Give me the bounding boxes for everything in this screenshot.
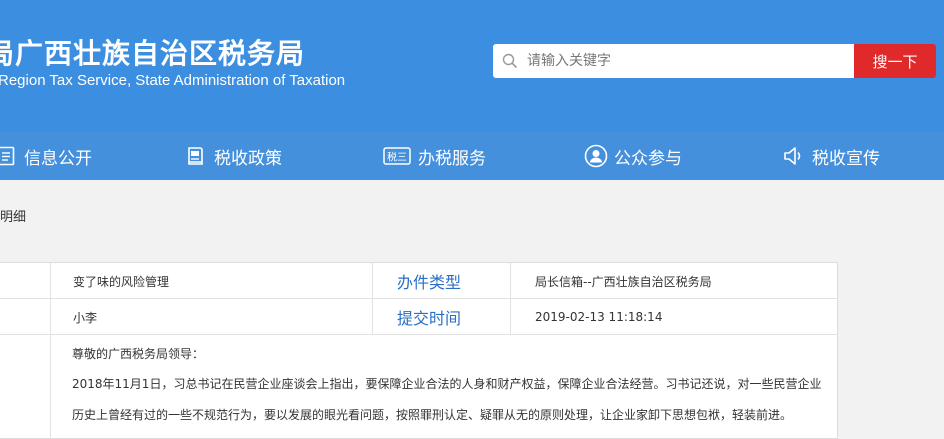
nav-item-label: 信息公开 bbox=[24, 148, 92, 169]
nav-item-tax-policy[interactable]: 税收政策 bbox=[184, 132, 282, 180]
letter-paragraph: 2018年11月1日，习总书记在民营企业座谈会上指出，要保障企业合法的人身和财产… bbox=[72, 377, 822, 391]
detail-row-sender: 小李 提交时间 2019-02-13 11:18:14 bbox=[0, 299, 838, 335]
main-nav: 信息公开 税收政策 税三 办税服务 公众参与 税收宣传 bbox=[0, 132, 944, 180]
search-box bbox=[493, 44, 854, 78]
nav-item-label: 办税服务 bbox=[418, 148, 486, 169]
nav-item-label: 税收政策 bbox=[214, 148, 282, 169]
document-icon bbox=[0, 144, 18, 168]
svg-text:税三: 税三 bbox=[387, 151, 407, 164]
letter-paragraph: 历史上曾经有过的一些不规范行为，要以发展的眼光看问题，按照罪刑认定、疑罪从无的原… bbox=[72, 408, 793, 422]
nav-item-label: 公众参与 bbox=[614, 148, 682, 169]
nav-item-tax-service[interactable]: 税三 办税服务 bbox=[382, 132, 486, 180]
detail-row-subject: 变了味的风险管理 办件类型 局长信箱--广西壮族自治区税务局 bbox=[0, 263, 838, 299]
book-icon bbox=[184, 144, 208, 168]
site-subtitle-en: Region Tax Service, State Administration… bbox=[0, 72, 346, 89]
nav-item-info-public[interactable]: 信息公开 bbox=[0, 132, 92, 180]
search-icon bbox=[493, 44, 527, 78]
breadcrumb-bar: 明细 bbox=[0, 180, 944, 242]
divider bbox=[50, 335, 51, 439]
nav-item-label: 税收宣传 bbox=[812, 148, 880, 169]
letter-greeting: 尊敬的广西税务局领导： bbox=[72, 347, 205, 361]
type-label: 办件类型 bbox=[372, 263, 510, 299]
search-input[interactable] bbox=[527, 46, 837, 76]
nav-item-public-participation[interactable]: 公众参与 bbox=[584, 132, 682, 180]
breadcrumb: 明细 bbox=[0, 210, 27, 225]
time-value: 2019-02-13 11:18:14 bbox=[510, 299, 838, 335]
nav-item-tax-promotion[interactable]: 税收宣传 bbox=[782, 132, 880, 180]
sender-value: 小李 bbox=[50, 299, 372, 335]
speaker-icon bbox=[782, 144, 806, 168]
user-circle-icon bbox=[584, 144, 608, 168]
tax-badge-icon: 税三 bbox=[382, 144, 412, 168]
type-value: 局长信箱--广西壮族自治区税务局 bbox=[510, 263, 838, 299]
site-title: 局广西壮族自治区税务局 bbox=[0, 37, 306, 70]
letter-detail: 变了味的风险管理 办件类型 局长信箱--广西壮族自治区税务局 小李 提交时间 2… bbox=[0, 262, 838, 439]
time-label: 提交时间 bbox=[372, 299, 510, 335]
subject-value: 变了味的风险管理 bbox=[50, 263, 372, 299]
search-button[interactable]: 搜一下 bbox=[854, 44, 936, 78]
